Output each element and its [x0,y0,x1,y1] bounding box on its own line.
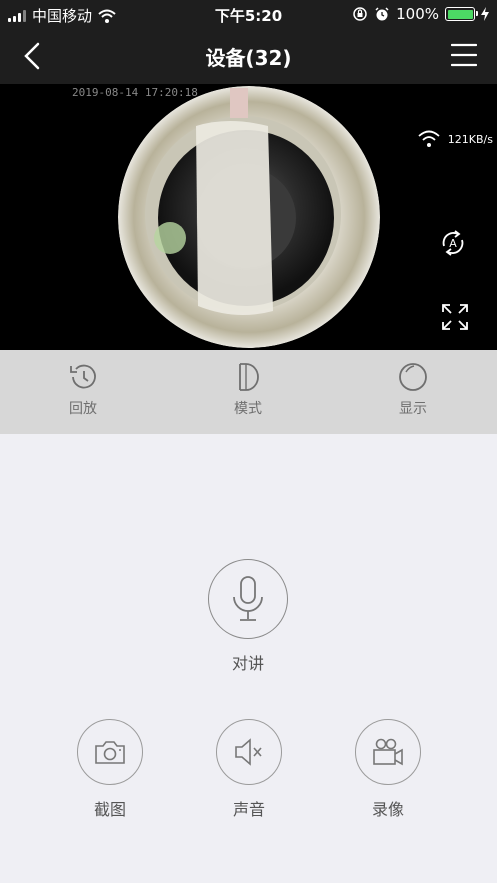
status-bar: 中国移动 下午5:20 100% [0,0,497,28]
speaker-muted-icon [235,738,262,766]
history-icon [70,364,96,389]
screenshot-button[interactable] [77,719,143,785]
charging-icon [481,7,489,21]
tool-playback[interactable]: 回放 [43,362,123,418]
tool-display[interactable]: 显示 [373,362,453,418]
sound-button[interactable] [216,719,282,785]
talk-button[interactable] [208,559,288,639]
sound-label: 声音 [232,800,265,819]
battery-percent: 100% [396,5,439,23]
fisheye-camera-view [118,86,380,348]
network-speed: 121KB/s [418,130,493,148]
mode-icon [239,363,259,391]
video-player[interactable]: 2019-08-14 17:20:18 121KB/s A [0,84,497,350]
talk-label: 对讲 [231,654,264,673]
tool-label: 回放 [69,401,97,417]
auto-rotate-icon[interactable]: A [438,228,468,258]
status-right: 100% [352,5,489,23]
svg-text:A: A [449,237,457,250]
display-icon [399,363,427,391]
speed-value: 121KB/s [447,132,493,146]
tool-label: 显示 [399,401,427,417]
nav-bar: 设备(32) [0,28,497,84]
function-toolbar: 回放 模式 显示 [0,350,497,434]
video-timestamp: 2019-08-14 17:20:18 [72,86,198,99]
screenshot-label: 截图 [93,800,126,819]
battery-icon [445,7,478,21]
tool-label: 模式 [234,401,262,417]
wifi-icon [418,130,440,147]
record-label: 录像 [371,800,404,819]
page-title: 设备(32) [205,46,292,70]
fullscreen-icon[interactable] [440,302,470,332]
video-camera-icon [373,738,403,766]
orientation-lock-icon [353,7,367,21]
alarm-icon [375,7,389,21]
hamburger-menu-icon[interactable] [451,42,477,68]
microphone-icon [233,576,263,621]
record-button[interactable] [355,719,421,785]
camera-icon [95,741,125,764]
tool-mode[interactable]: 模式 [208,362,288,418]
